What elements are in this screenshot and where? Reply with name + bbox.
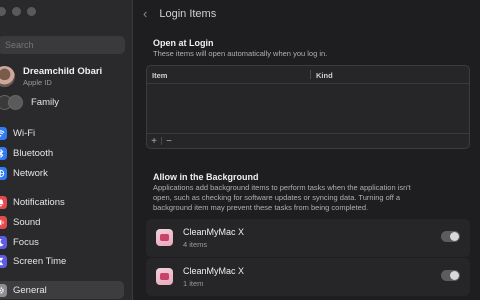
sidebar-item-focus[interactable]: Focus [0, 234, 124, 250]
window-controls [0, 7, 36, 16]
minimize-window-button[interactable] [12, 7, 21, 16]
sidebar-item-sound[interactable]: Sound [0, 214, 124, 230]
app-name: CleanMyMac X [183, 227, 245, 237]
sidebar-item-label: Bluetooth [13, 147, 54, 159]
column-header-item[interactable]: Item [152, 71, 167, 80]
hourglass-icon [0, 254, 7, 268]
sidebar: Dreamchild Obari Apple ID Family Wi-Fi B… [0, 0, 133, 300]
background-app-row: CleanMyMac X 4 items [146, 219, 470, 257]
background-app-row: CleanMyMac X 1 item [146, 258, 470, 296]
family-avatar [8, 95, 23, 110]
background-description-line: open, such as checking for software upda… [153, 193, 401, 202]
account-name: Dreamchild Obari [23, 66, 103, 77]
close-window-button[interactable] [0, 7, 6, 16]
family-item[interactable]: Family [0, 95, 59, 110]
page-title: Login Items [159, 7, 217, 20]
column-header-kind[interactable]: Kind [316, 71, 333, 80]
sidebar-item-label: General [13, 284, 47, 296]
sidebar-item-label: Screen Time [13, 255, 67, 267]
sidebar-item-label: Focus [13, 236, 39, 248]
app-name: CleanMyMac X [183, 266, 245, 276]
column-divider [310, 70, 311, 79]
sidebar-item-screen-time[interactable]: Screen Time [0, 253, 124, 269]
family-label: Family [31, 97, 59, 108]
cleanmymac-icon [156, 229, 173, 246]
sidebar-item-label: Sound [13, 216, 41, 228]
remove-item-button[interactable]: − [162, 136, 176, 147]
table-footer: + − [147, 133, 469, 148]
speaker-icon [0, 215, 7, 229]
open-at-login-title: Open at Login [153, 38, 214, 48]
page-header: ‹ Login Items [143, 6, 216, 21]
app-item-count: 1 item [183, 279, 204, 288]
moon-icon [0, 235, 7, 249]
add-item-button[interactable]: + [147, 136, 161, 147]
bluetooth-icon [0, 146, 7, 160]
background-description-line: Applications add background items to per… [153, 183, 411, 192]
background-toggle[interactable] [441, 270, 460, 281]
sidebar-item-label: Wi-Fi [13, 127, 36, 139]
zoom-window-button[interactable] [27, 7, 36, 16]
background-toggle[interactable] [441, 231, 460, 242]
network-icon [0, 166, 7, 180]
sidebar-item-bluetooth[interactable]: Bluetooth [0, 145, 124, 161]
bell-icon [0, 195, 7, 209]
sidebar-item-notifications[interactable]: Notifications [0, 194, 124, 210]
open-at-login-description: These items will open automatically when… [153, 49, 328, 58]
app-item-count: 4 items [183, 240, 208, 249]
sidebar-item-label: Notifications [13, 196, 65, 208]
login-items-table: Item Kind + − [146, 65, 470, 149]
table-header: Item Kind [147, 66, 469, 84]
background-description-line: background item may prevent these tasks … [153, 203, 369, 212]
gear-icon [0, 283, 7, 297]
background-description: Applications add background items to per… [153, 183, 411, 213]
wifi-icon [0, 126, 7, 140]
cleanmymac-icon [156, 268, 173, 285]
avatar [0, 66, 15, 87]
sidebar-item-label: Network [13, 167, 48, 179]
chevron-left-icon[interactable]: ‹ [143, 6, 147, 21]
account-subtitle: Apple ID [23, 78, 52, 87]
sidebar-item-network[interactable]: Network [0, 165, 124, 181]
background-title: Allow in the Background [153, 172, 259, 182]
sidebar-item-general[interactable]: General [0, 281, 124, 299]
sidebar-item-wifi[interactable]: Wi-Fi [0, 125, 124, 141]
search-input[interactable] [0, 36, 125, 54]
